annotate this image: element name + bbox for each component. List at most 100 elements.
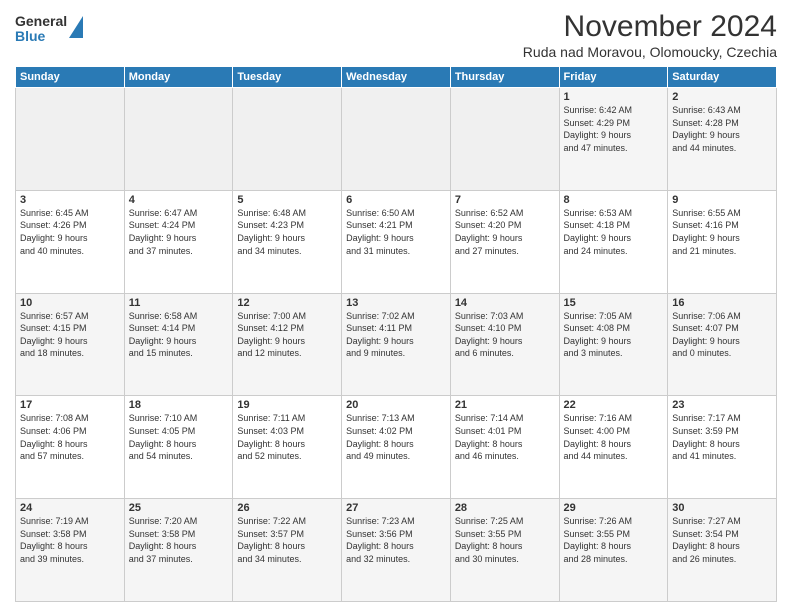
table-row: 19Sunrise: 7:11 AM Sunset: 4:03 PM Dayli… [233, 396, 342, 499]
table-row: 22Sunrise: 7:16 AM Sunset: 4:00 PM Dayli… [559, 396, 668, 499]
day-info: Sunrise: 7:13 AM Sunset: 4:02 PM Dayligh… [346, 412, 446, 462]
table-row: 13Sunrise: 7:02 AM Sunset: 4:11 PM Dayli… [342, 293, 451, 396]
day-number: 5 [237, 194, 337, 206]
table-row: 24Sunrise: 7:19 AM Sunset: 3:58 PM Dayli… [16, 499, 125, 602]
day-info: Sunrise: 6:42 AM Sunset: 4:29 PM Dayligh… [564, 104, 664, 154]
table-row: 18Sunrise: 7:10 AM Sunset: 4:05 PM Dayli… [124, 396, 233, 499]
day-info: Sunrise: 6:55 AM Sunset: 4:16 PM Dayligh… [672, 207, 772, 257]
day-number: 13 [346, 297, 446, 309]
day-number: 16 [672, 297, 772, 309]
day-number: 24 [20, 502, 120, 514]
day-number: 3 [20, 194, 120, 206]
day-info: Sunrise: 7:22 AM Sunset: 3:57 PM Dayligh… [237, 515, 337, 565]
day-number: 12 [237, 297, 337, 309]
table-row: 30Sunrise: 7:27 AM Sunset: 3:54 PM Dayli… [668, 499, 777, 602]
table-row: 7Sunrise: 6:52 AM Sunset: 4:20 PM Daylig… [450, 190, 559, 293]
day-number: 7 [455, 194, 555, 206]
month-title: November 2024 [523, 10, 777, 44]
table-row: 12Sunrise: 7:00 AM Sunset: 4:12 PM Dayli… [233, 293, 342, 396]
table-row: 1Sunrise: 6:42 AM Sunset: 4:29 PM Daylig… [559, 88, 668, 191]
col-wednesday: Wednesday [342, 67, 451, 88]
calendar-week-row: 24Sunrise: 7:19 AM Sunset: 3:58 PM Dayli… [16, 499, 777, 602]
day-number: 25 [129, 502, 229, 514]
title-section: November 2024 Ruda nad Moravou, Olomouck… [523, 10, 777, 60]
logo-general: General [15, 14, 67, 29]
table-row: 20Sunrise: 7:13 AM Sunset: 4:02 PM Dayli… [342, 396, 451, 499]
table-row [342, 88, 451, 191]
table-row: 29Sunrise: 7:26 AM Sunset: 3:55 PM Dayli… [559, 499, 668, 602]
day-info: Sunrise: 7:08 AM Sunset: 4:06 PM Dayligh… [20, 412, 120, 462]
calendar-week-row: 17Sunrise: 7:08 AM Sunset: 4:06 PM Dayli… [16, 396, 777, 499]
table-row: 17Sunrise: 7:08 AM Sunset: 4:06 PM Dayli… [16, 396, 125, 499]
table-row [16, 88, 125, 191]
day-number: 11 [129, 297, 229, 309]
table-row: 25Sunrise: 7:20 AM Sunset: 3:58 PM Dayli… [124, 499, 233, 602]
day-number: 17 [20, 399, 120, 411]
day-info: Sunrise: 7:23 AM Sunset: 3:56 PM Dayligh… [346, 515, 446, 565]
day-info: Sunrise: 7:03 AM Sunset: 4:10 PM Dayligh… [455, 310, 555, 360]
day-number: 14 [455, 297, 555, 309]
day-info: Sunrise: 6:53 AM Sunset: 4:18 PM Dayligh… [564, 207, 664, 257]
day-number: 22 [564, 399, 664, 411]
day-number: 1 [564, 91, 664, 103]
day-number: 29 [564, 502, 664, 514]
day-info: Sunrise: 7:20 AM Sunset: 3:58 PM Dayligh… [129, 515, 229, 565]
day-info: Sunrise: 7:05 AM Sunset: 4:08 PM Dayligh… [564, 310, 664, 360]
day-info: Sunrise: 6:50 AM Sunset: 4:21 PM Dayligh… [346, 207, 446, 257]
day-info: Sunrise: 6:43 AM Sunset: 4:28 PM Dayligh… [672, 104, 772, 154]
col-monday: Monday [124, 67, 233, 88]
table-row: 14Sunrise: 7:03 AM Sunset: 4:10 PM Dayli… [450, 293, 559, 396]
table-row: 23Sunrise: 7:17 AM Sunset: 3:59 PM Dayli… [668, 396, 777, 499]
day-info: Sunrise: 6:57 AM Sunset: 4:15 PM Dayligh… [20, 310, 120, 360]
table-row: 15Sunrise: 7:05 AM Sunset: 4:08 PM Dayli… [559, 293, 668, 396]
day-number: 21 [455, 399, 555, 411]
day-info: Sunrise: 6:52 AM Sunset: 4:20 PM Dayligh… [455, 207, 555, 257]
day-number: 27 [346, 502, 446, 514]
col-tuesday: Tuesday [233, 67, 342, 88]
day-info: Sunrise: 7:02 AM Sunset: 4:11 PM Dayligh… [346, 310, 446, 360]
day-info: Sunrise: 6:58 AM Sunset: 4:14 PM Dayligh… [129, 310, 229, 360]
table-row: 4Sunrise: 6:47 AM Sunset: 4:24 PM Daylig… [124, 190, 233, 293]
day-number: 26 [237, 502, 337, 514]
day-info: Sunrise: 7:27 AM Sunset: 3:54 PM Dayligh… [672, 515, 772, 565]
table-row: 8Sunrise: 6:53 AM Sunset: 4:18 PM Daylig… [559, 190, 668, 293]
col-sunday: Sunday [16, 67, 125, 88]
day-number: 6 [346, 194, 446, 206]
calendar-header-row: Sunday Monday Tuesday Wednesday Thursday… [16, 67, 777, 88]
calendar-week-row: 10Sunrise: 6:57 AM Sunset: 4:15 PM Dayli… [16, 293, 777, 396]
header: General Blue November 2024 Ruda nad Mora… [15, 10, 777, 60]
day-number: 4 [129, 194, 229, 206]
table-row [233, 88, 342, 191]
day-info: Sunrise: 7:17 AM Sunset: 3:59 PM Dayligh… [672, 412, 772, 462]
day-info: Sunrise: 6:45 AM Sunset: 4:26 PM Dayligh… [20, 207, 120, 257]
col-thursday: Thursday [450, 67, 559, 88]
logo: General Blue [15, 14, 83, 45]
table-row: 28Sunrise: 7:25 AM Sunset: 3:55 PM Dayli… [450, 499, 559, 602]
day-info: Sunrise: 7:16 AM Sunset: 4:00 PM Dayligh… [564, 412, 664, 462]
day-info: Sunrise: 6:47 AM Sunset: 4:24 PM Dayligh… [129, 207, 229, 257]
logo-blue: Blue [15, 29, 67, 44]
table-row: 2Sunrise: 6:43 AM Sunset: 4:28 PM Daylig… [668, 88, 777, 191]
day-info: Sunrise: 7:10 AM Sunset: 4:05 PM Dayligh… [129, 412, 229, 462]
table-row [450, 88, 559, 191]
col-saturday: Saturday [668, 67, 777, 88]
table-row: 21Sunrise: 7:14 AM Sunset: 4:01 PM Dayli… [450, 396, 559, 499]
table-row: 16Sunrise: 7:06 AM Sunset: 4:07 PM Dayli… [668, 293, 777, 396]
day-number: 10 [20, 297, 120, 309]
day-number: 8 [564, 194, 664, 206]
table-row: 11Sunrise: 6:58 AM Sunset: 4:14 PM Dayli… [124, 293, 233, 396]
day-number: 30 [672, 502, 772, 514]
day-number: 18 [129, 399, 229, 411]
table-row: 5Sunrise: 6:48 AM Sunset: 4:23 PM Daylig… [233, 190, 342, 293]
table-row: 9Sunrise: 6:55 AM Sunset: 4:16 PM Daylig… [668, 190, 777, 293]
location: Ruda nad Moravou, Olomoucky, Czechia [523, 44, 777, 60]
calendar-week-row: 1Sunrise: 6:42 AM Sunset: 4:29 PM Daylig… [16, 88, 777, 191]
page: General Blue November 2024 Ruda nad Mora… [0, 0, 792, 612]
day-number: 9 [672, 194, 772, 206]
day-info: Sunrise: 6:48 AM Sunset: 4:23 PM Dayligh… [237, 207, 337, 257]
table-row: 27Sunrise: 7:23 AM Sunset: 3:56 PM Dayli… [342, 499, 451, 602]
day-number: 15 [564, 297, 664, 309]
day-number: 2 [672, 91, 772, 103]
calendar: Sunday Monday Tuesday Wednesday Thursday… [15, 66, 777, 602]
day-info: Sunrise: 7:19 AM Sunset: 3:58 PM Dayligh… [20, 515, 120, 565]
